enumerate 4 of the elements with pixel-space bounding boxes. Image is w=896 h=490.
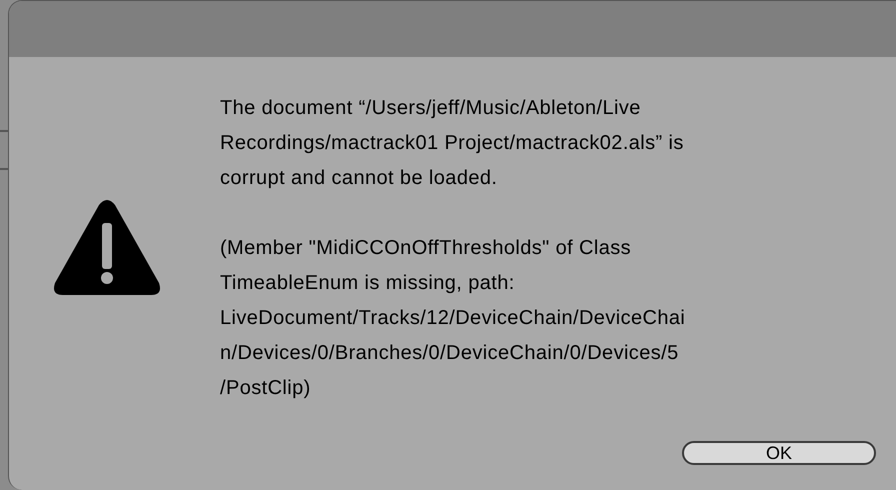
message-text: The document “/Users/jeff/Music/Ableton/Live Recordings/mactrack01 Project/mactrack02.als” is corrupt and cannot be loaded. (220, 96, 684, 191)
ok-button[interactable]: OK (682, 441, 876, 465)
warning-icon (52, 199, 160, 296)
message-text: (Member "MidiCCOnOffThresholds" of Class TimeableEnum is missing, path: LiveDocument/Tracks/12/DeviceChain/DeviceChai n/Devices/0/Branches/0/DeviceChain/0/Devices/5 /PostClip) (220, 236, 686, 401)
